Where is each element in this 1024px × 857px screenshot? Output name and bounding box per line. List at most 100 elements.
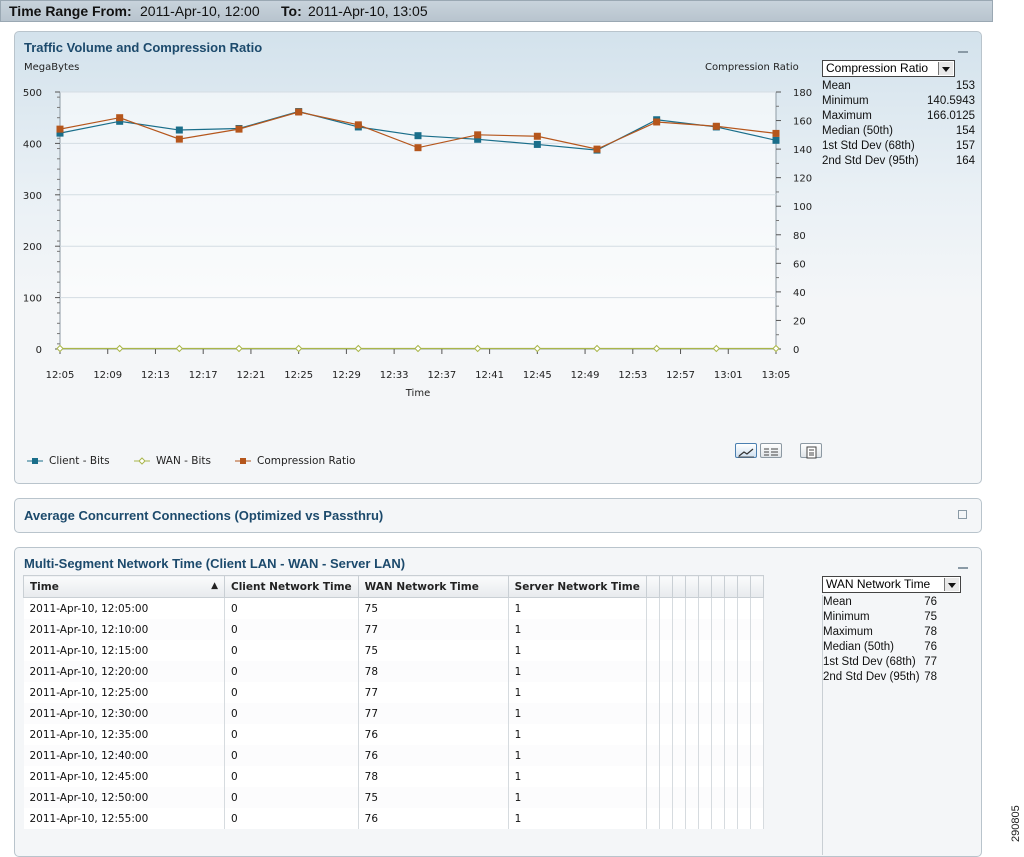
data-point <box>533 140 541 148</box>
empty-cell <box>737 787 751 808</box>
table-cell: 0 <box>224 703 359 724</box>
table-cell: 77 <box>358 682 509 703</box>
stat-label: 2nd Std Dev (95th) <box>823 671 920 683</box>
stat-row: Maximum 78 <box>823 625 937 640</box>
table-cell: 76 <box>358 745 509 766</box>
table-cell: 1 <box>508 787 647 808</box>
x-tick-label: 12:17 <box>189 370 218 381</box>
empty-cell <box>672 766 686 787</box>
table-row[interactable]: 2011-Apr-10, 12:30:00 0 77 1 <box>23 703 764 724</box>
empty-cell <box>698 597 712 619</box>
network-metric-select-value: WAN Network Time <box>826 577 931 591</box>
table-row[interactable]: 2011-Apr-10, 12:40:00 0 76 1 <box>23 745 764 766</box>
data-point <box>533 132 541 140</box>
table-row[interactable]: 2011-Apr-10, 12:20:00 0 78 1 <box>23 661 764 682</box>
table-row[interactable]: 2011-Apr-10, 12:05:00 0 75 1 <box>23 597 764 619</box>
data-point <box>712 122 720 130</box>
x-tick-label: 12:09 <box>93 370 122 381</box>
table-view-button[interactable] <box>760 443 782 458</box>
empty-column-header <box>697 575 712 598</box>
stat-label: Maximum <box>823 626 873 638</box>
y2-tick-label: 40 <box>793 288 806 299</box>
empty-cell <box>737 766 751 787</box>
legend-compression-ratio[interactable]: Compression Ratio <box>235 455 355 467</box>
table-cell: 2011-Apr-10, 12:10:00 <box>23 619 225 640</box>
table-row[interactable]: 2011-Apr-10, 12:50:00 0 75 1 <box>23 787 764 808</box>
maximize-icon[interactable] <box>958 510 967 519</box>
square-marker-icon <box>27 458 43 464</box>
empty-cell <box>685 787 699 808</box>
empty-cell <box>646 597 660 619</box>
empty-cell <box>659 724 673 745</box>
empty-column-header <box>658 575 673 598</box>
table-cell: 1 <box>508 703 647 724</box>
empty-cell <box>685 640 699 661</box>
column-header-wan[interactable]: WAN Network Time <box>357 575 509 598</box>
y2-tick-label: 0 <box>793 345 799 356</box>
table-cell: 0 <box>224 619 359 640</box>
stat-value: 76 <box>924 596 937 608</box>
empty-cell <box>672 808 686 829</box>
x-tick-label: 12:25 <box>284 370 313 381</box>
empty-cell <box>711 766 725 787</box>
y2-tick-label: 60 <box>793 259 806 270</box>
empty-cell <box>672 661 686 682</box>
table-cell: 78 <box>358 661 509 682</box>
empty-cell <box>685 682 699 703</box>
legend-client-bits[interactable]: Client - Bits <box>27 455 110 467</box>
legend-label: WAN - Bits <box>156 455 212 467</box>
empty-cell <box>659 808 673 829</box>
empty-cell <box>698 724 712 745</box>
empty-cell <box>646 724 660 745</box>
data-point <box>772 136 780 144</box>
empty-cell <box>659 682 673 703</box>
empty-cell <box>659 640 673 661</box>
empty-cell <box>672 597 686 619</box>
table-row[interactable]: 2011-Apr-10, 12:45:00 0 78 1 <box>23 766 764 787</box>
empty-cell <box>724 682 738 703</box>
x-tick-label: 12:53 <box>618 370 647 381</box>
chart-view-button[interactable] <box>735 443 757 458</box>
empty-cell <box>698 682 712 703</box>
table-cell: 77 <box>358 703 509 724</box>
table-cell: 2011-Apr-10, 12:50:00 <box>23 787 225 808</box>
table-row[interactable]: 2011-Apr-10, 12:10:00 0 77 1 <box>23 619 764 640</box>
column-header-server[interactable]: Server Network Time <box>507 575 647 598</box>
y-tick-label: 0 <box>36 345 42 356</box>
table-row[interactable]: 2011-Apr-10, 12:15:00 0 75 1 <box>23 640 764 661</box>
line-chart-icon <box>738 448 754 458</box>
data-point <box>593 145 601 153</box>
y-tick-label: 100 <box>23 294 42 305</box>
column-header-time[interactable]: Time ▲ <box>23 575 225 598</box>
y-tick-label: 300 <box>23 191 42 202</box>
data-point <box>295 108 303 116</box>
empty-cell <box>737 619 751 640</box>
network-metric-select[interactable]: WAN Network Time <box>822 576 961 593</box>
table-cell: 1 <box>508 597 647 619</box>
diamond-marker-icon <box>134 457 150 465</box>
table-row[interactable]: 2011-Apr-10, 12:35:00 0 76 1 <box>23 724 764 745</box>
data-point <box>235 125 243 133</box>
empty-cell <box>711 682 725 703</box>
table-cell: 2011-Apr-10, 12:30:00 <box>23 703 225 724</box>
minimize-icon[interactable] <box>958 567 968 569</box>
empty-cell <box>698 745 712 766</box>
empty-cell <box>711 703 725 724</box>
table-cell: 1 <box>508 808 647 829</box>
table-row[interactable]: 2011-Apr-10, 12:55:00 0 76 1 <box>23 808 764 829</box>
column-header-client[interactable]: Client Network Time <box>224 575 359 598</box>
empty-cell <box>659 745 673 766</box>
x-tick-label: 12:21 <box>237 370 266 381</box>
export-button[interactable] <box>800 443 822 459</box>
empty-cell <box>737 808 751 829</box>
legend-wan-bits[interactable]: WAN - Bits <box>134 455 211 467</box>
data-point <box>474 131 482 139</box>
plot-area <box>59 91 777 350</box>
empty-cell <box>685 619 699 640</box>
empty-column-header <box>710 575 725 598</box>
table-cell: 1 <box>508 640 647 661</box>
table-cell: 1 <box>508 766 647 787</box>
table-row[interactable]: 2011-Apr-10, 12:25:00 0 77 1 <box>23 682 764 703</box>
empty-cell <box>724 640 738 661</box>
empty-column-header <box>723 575 738 598</box>
